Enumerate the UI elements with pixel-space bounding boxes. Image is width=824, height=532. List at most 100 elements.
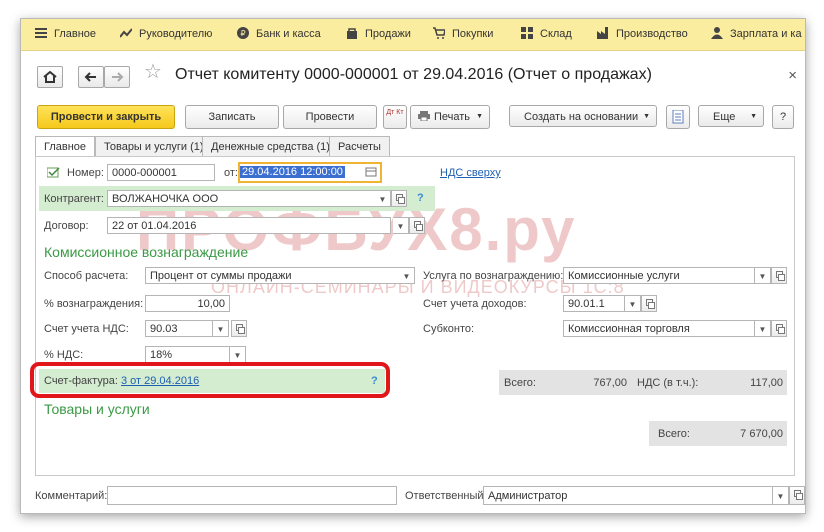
service-dropdown-icon[interactable]: ▼: [755, 267, 771, 284]
dropdown-arrow-icon: ▼: [643, 113, 650, 120]
vat-account-label: Счет учета НДС:: [44, 323, 129, 335]
contractor-dropdown-icon[interactable]: ▼: [375, 190, 391, 207]
subconto-field[interactable]: Комиссионная торговля: [563, 320, 755, 337]
income-account-label: Счет учета доходов:: [423, 298, 527, 310]
number-label: Номер:: [67, 167, 104, 179]
reward-percent-label: % вознаграждения:: [44, 298, 144, 310]
contract-open-icon[interactable]: [409, 217, 425, 234]
income-account-field[interactable]: 90.01.1: [563, 295, 625, 312]
main-menu-bar: Главное Руководителю ₽ Банк и касса Прод…: [21, 19, 805, 51]
calendar-icon[interactable]: [365, 165, 378, 178]
vat-incl-label: НДС (в т.ч.):: [637, 377, 699, 389]
responsible-dropdown-icon[interactable]: ▼: [773, 486, 789, 505]
factory-icon: [597, 21, 609, 39]
vat-account-dropdown-icon[interactable]: ▼: [213, 320, 229, 337]
dropdown-arrow-icon: ▼: [750, 113, 757, 120]
person-icon: [711, 21, 723, 39]
menu-item-sales[interactable]: Продажи: [346, 19, 411, 50]
responsible-open-icon[interactable]: [789, 486, 805, 505]
tab-main[interactable]: Главное: [35, 136, 96, 158]
invoice-link[interactable]: 3 от 29.04.2016: [121, 375, 199, 387]
number-field[interactable]: 0000-000001: [107, 164, 215, 181]
menu-item-main[interactable]: Главное: [35, 19, 96, 50]
goods-total-value: 7 670,00: [740, 428, 783, 440]
back-button[interactable]: [78, 66, 104, 88]
reward-percent-field[interactable]: 10,00: [145, 295, 230, 312]
responsible-field[interactable]: Администратор: [483, 486, 773, 505]
menu-item-production[interactable]: Производство: [597, 19, 688, 50]
create-based-on-button[interactable]: Создать на основании ▼: [509, 105, 657, 127]
tab-goods-services[interactable]: Товары и услуги (1): [95, 136, 213, 157]
responsible-label: Ответственный:: [405, 490, 487, 502]
post-button[interactable]: Провести: [283, 105, 377, 129]
home-icon: [43, 70, 57, 83]
tab-settlements[interactable]: Расчеты: [329, 136, 390, 157]
document-window: Главное Руководителю ₽ Банк и касса Прод…: [20, 18, 806, 514]
goods-total-label: Всего:: [658, 428, 690, 440]
subconto-label: Субконто:: [423, 323, 475, 335]
contract-field[interactable]: 22 от 01.04.2016: [107, 217, 391, 234]
menu-item-warehouse[interactable]: Склад: [521, 19, 572, 50]
close-icon[interactable]: ×: [788, 67, 797, 84]
vat-percent-dropdown-icon[interactable]: ▼: [230, 346, 246, 363]
date-field[interactable]: 29.04.2016 12:00:00: [238, 162, 382, 183]
vat-on-top-link[interactable]: НДС сверху: [440, 167, 501, 179]
contractor-help-icon[interactable]: ?: [417, 192, 424, 204]
contract-dropdown-icon[interactable]: ▼: [393, 217, 409, 234]
posted-status-icon: [46, 167, 61, 178]
more-button[interactable]: Еще ▼: [698, 105, 764, 127]
calc-method-field[interactable]: Процент от суммы продажи: [145, 267, 415, 284]
subconto-open-icon[interactable]: [771, 320, 787, 337]
vat-account-field[interactable]: 90.03: [145, 320, 213, 337]
contractor-open-icon[interactable]: [391, 190, 407, 207]
save-button[interactable]: Записать: [185, 105, 279, 129]
coin-icon: ₽: [237, 21, 249, 39]
service-open-icon[interactable]: [771, 267, 787, 284]
income-account-open-icon[interactable]: [641, 295, 657, 312]
contract-label: Договор:: [44, 220, 89, 232]
invoice-help-icon[interactable]: ?: [371, 375, 378, 387]
home-button[interactable]: [37, 66, 63, 88]
hamburger-icon: [35, 21, 47, 38]
menu-item-purchases[interactable]: Покупки: [433, 19, 493, 50]
total-value: 767,00: [593, 377, 627, 389]
tab-money[interactable]: Денежные средства (1): [202, 136, 339, 157]
dropdown-arrow-icon: ▼: [476, 113, 483, 120]
page-title: Отчет комитенту 0000-000001 от 29.04.201…: [175, 66, 652, 83]
arrow-left-icon: [84, 72, 96, 82]
comment-label: Комментарий:: [35, 490, 108, 502]
date-value-selected: 29.04.2016 12:00:00: [240, 166, 345, 178]
help-button[interactable]: ?: [772, 105, 794, 129]
report-button[interactable]: [666, 105, 690, 129]
trend-icon: [119, 21, 133, 38]
dt-kt-icon: Дт Кт: [386, 109, 404, 116]
service-label: Услуга по вознаграждению:: [423, 270, 564, 282]
date-label: от:: [224, 167, 238, 179]
vat-percent-label: % НДС:: [44, 349, 84, 361]
grid-icon: [521, 21, 533, 39]
forward-button[interactable]: [104, 66, 130, 88]
menu-item-bank[interactable]: ₽ Банк и касса: [237, 19, 321, 50]
document-icon: [672, 109, 684, 124]
service-field[interactable]: Комиссионные услуги: [563, 267, 755, 284]
shopping-bag-icon: [346, 21, 358, 39]
favorite-star-icon[interactable]: ☆: [144, 62, 162, 82]
vat-percent-field[interactable]: 18%: [145, 346, 230, 363]
post-and-close-button[interactable]: Провести и закрыть: [37, 105, 175, 129]
print-button[interactable]: Печать ▼: [410, 105, 490, 129]
vat-account-open-icon[interactable]: [231, 320, 247, 337]
income-account-dropdown-icon[interactable]: ▼: [625, 295, 641, 312]
goods-section-title: Товары и услуги: [44, 401, 150, 417]
svg-text:₽: ₽: [241, 29, 246, 38]
menu-item-salary[interactable]: Зарплата и ка: [711, 19, 802, 50]
dt-kt-button[interactable]: Дт Кт: [383, 105, 407, 129]
menu-item-manager[interactable]: Руководителю: [119, 19, 212, 50]
contractor-field[interactable]: ВОЛЖАНОЧКА ООО: [107, 190, 391, 207]
arrow-right-icon: [112, 72, 124, 82]
subconto-dropdown-icon[interactable]: ▼: [755, 320, 771, 337]
contractor-label: Контрагент:: [44, 193, 104, 205]
calc-method-dropdown-icon[interactable]: ▼: [399, 267, 415, 284]
comment-field[interactable]: [107, 486, 397, 505]
total-label: Всего:: [504, 377, 536, 389]
calc-method-label: Способ расчета:: [44, 270, 129, 282]
